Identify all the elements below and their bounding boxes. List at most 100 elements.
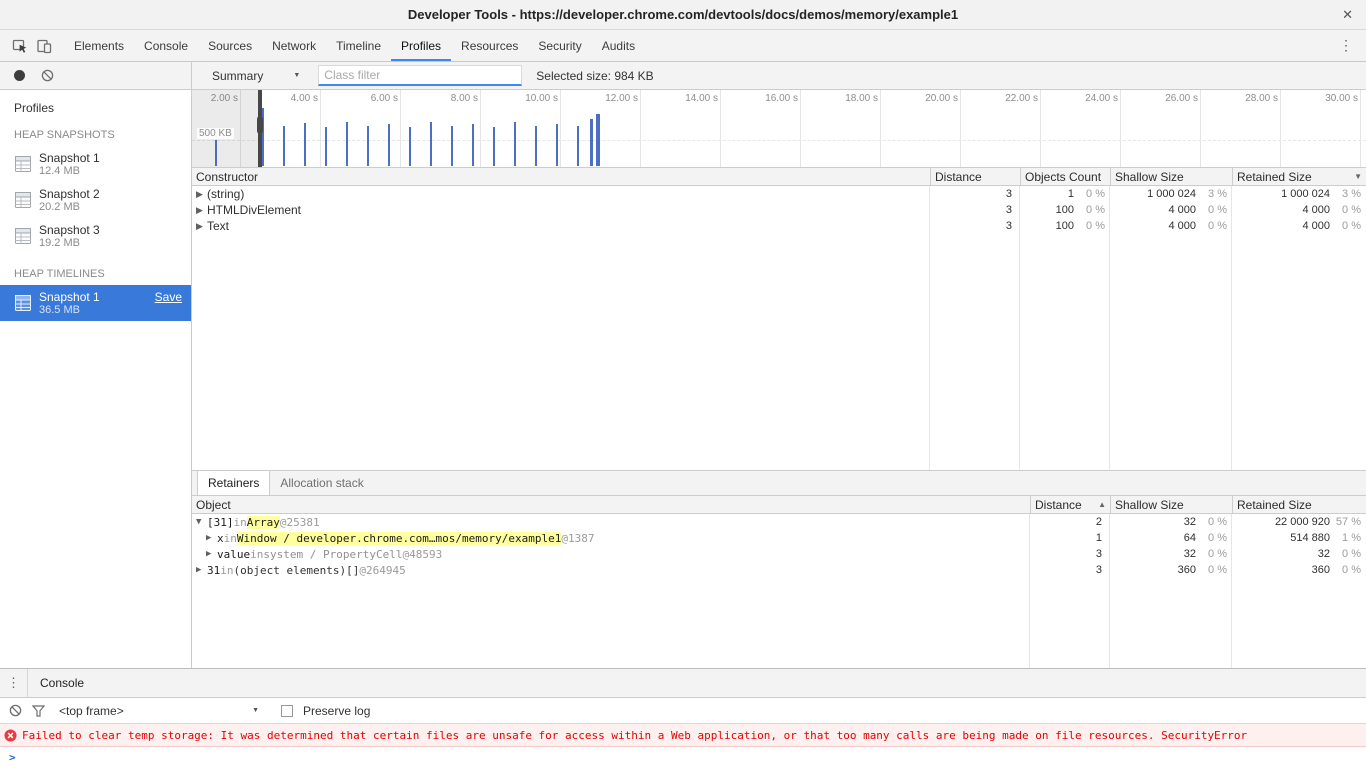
heap-allocation-bar <box>388 124 390 166</box>
disclosure-triangle-icon[interactable]: ▶ <box>196 221 207 232</box>
heap-allocation-bar <box>577 126 579 166</box>
cell-value: 1 000 024 <box>1232 188 1330 200</box>
col-distance[interactable]: Distance▲ <box>1030 496 1110 513</box>
distance-cell: 2 <box>1030 516 1110 528</box>
tab-profiles[interactable]: Profiles <box>391 30 451 61</box>
constructor-name: Text <box>207 219 229 233</box>
column-title: Retained Size <box>1237 498 1312 512</box>
profile-list-item[interactable]: Snapshot 220.2 MB <box>0 182 191 218</box>
disclosure-triangle-icon[interactable]: ▶ <box>206 549 217 559</box>
profile-size: 20.2 MB <box>39 201 100 213</box>
profiles-sidebar-toolbar <box>0 62 191 90</box>
tab-network[interactable]: Network <box>262 30 326 61</box>
tab-console[interactable]: Console <box>134 30 198 61</box>
profile-size: 36.5 MB <box>39 304 100 316</box>
execution-context-select[interactable]: <top frame> ▼ <box>59 704 259 718</box>
tab-elements[interactable]: Elements <box>64 30 134 61</box>
main-menu-kebab-icon[interactable]: ⋮ <box>1336 37 1356 54</box>
distance-cell: 1 <box>1030 532 1110 544</box>
device-toolbar-icon[interactable] <box>32 34 56 58</box>
selection-handle[interactable] <box>258 90 262 167</box>
grid-line <box>320 90 321 167</box>
tab-resources[interactable]: Resources <box>451 30 528 61</box>
constructor-row[interactable]: ▶Text31000 %4 0000 %4 0000 % <box>192 218 1366 234</box>
cell-percent: 0 % <box>1074 204 1110 216</box>
column-title: Constructor <box>196 170 258 184</box>
drawer-menu-kebab-icon[interactable]: ⋮ <box>0 669 28 697</box>
disclosure-triangle-icon[interactable]: ▼ <box>196 517 207 527</box>
preserve-log-label[interactable]: Preserve log <box>303 704 370 718</box>
col-objects-count[interactable]: Objects Count <box>1020 168 1110 185</box>
console-prompt[interactable]: > <box>0 747 1366 768</box>
class-filter-input[interactable] <box>318 65 522 86</box>
col-object[interactable]: Object <box>192 496 1030 513</box>
column-title: Shallow Size <box>1115 498 1184 512</box>
retainer-row[interactable]: ▶31 in (object elements)[] @26494533600 … <box>192 562 1366 578</box>
heap-allocation-bar <box>596 114 600 166</box>
disclosure-triangle-icon[interactable]: ▶ <box>196 205 207 216</box>
heap-allocation-bar <box>409 127 411 166</box>
cell-value: 64 <box>1110 532 1196 544</box>
col-shallow-size[interactable]: Shallow Size <box>1110 496 1232 513</box>
inspect-element-icon[interactable] <box>8 34 32 58</box>
close-icon[interactable]: ✕ <box>1342 7 1353 23</box>
tab-retainers[interactable]: Retainers <box>197 471 270 495</box>
retainer-row[interactable]: ▼[31] in Array @253812320 %22 000 92057 … <box>192 514 1366 530</box>
retained-size-cell: 514 8801 % <box>1232 532 1366 544</box>
cell-percent: 0 % <box>1074 188 1110 200</box>
cell-percent: 0 % <box>1330 564 1366 576</box>
object-text-segment: x <box>217 532 224 545</box>
col-distance[interactable]: Distance <box>930 168 1020 185</box>
tab-allocation-stack[interactable]: Allocation stack <box>270 471 373 495</box>
constructor-row[interactable]: ▶HTMLDivElement31000 %4 0000 %4 0000 % <box>192 202 1366 218</box>
shallow-size-cell: 1 000 0243 % <box>1110 188 1232 200</box>
disclosure-triangle-icon[interactable]: ▶ <box>206 533 217 543</box>
object-text-segment: (object elements)[] <box>234 564 360 577</box>
profile-size: 12.4 MB <box>39 165 100 177</box>
tab-timeline[interactable]: Timeline <box>326 30 391 61</box>
objects-count-cell: 10 % <box>1020 188 1110 200</box>
disclosure-triangle-icon[interactable]: ▶ <box>196 189 207 200</box>
disclosure-triangle-icon[interactable]: ▶ <box>196 565 207 575</box>
console-toolbar: <top frame> ▼ Preserve log <box>0 698 1366 723</box>
preserve-log-checkbox[interactable] <box>281 705 293 717</box>
retainer-row[interactable]: ▶x in Window / developer.chrome.com…mos/… <box>192 530 1366 546</box>
grid-line <box>400 90 401 167</box>
object-cell: ▶x in Window / developer.chrome.com…mos/… <box>192 532 1030 545</box>
profile-list-item[interactable]: Snapshot 319.2 MB <box>0 218 191 254</box>
retainers-pane: Retainers Allocation stack Object Distan… <box>192 470 1366 668</box>
col-retained-size[interactable]: Retained Size▼ <box>1232 168 1366 185</box>
grid-line <box>800 90 801 167</box>
shallow-size-cell: 4 0000 % <box>1110 220 1232 232</box>
sort-desc-icon: ▼ <box>1350 172 1362 181</box>
drawer-tab-console[interactable]: Console <box>28 669 96 697</box>
profile-list-item[interactable]: Snapshot 136.5 MBSave <box>0 285 191 321</box>
tab-sources[interactable]: Sources <box>198 30 262 61</box>
tab-security[interactable]: Security <box>528 30 591 61</box>
profile-name: Snapshot 1 <box>39 151 100 165</box>
save-link[interactable]: Save <box>155 290 182 304</box>
clear-console-icon[interactable] <box>9 704 22 717</box>
heap-overview[interactable]: 500 KB 2.00 s4.00 s6.00 s8.00 s10.00 s12… <box>192 90 1366 168</box>
ruler-tick-label: 6.00 s <box>338 93 398 104</box>
object-text-segment: [31] <box>207 516 234 529</box>
record-heap-icon[interactable] <box>14 70 25 81</box>
profile-list-item[interactable]: Snapshot 112.4 MB <box>0 146 191 182</box>
object-text-segment: 31 <box>207 564 220 577</box>
ruler-tick-label: 26.00 s <box>1138 93 1198 104</box>
retainer-row[interactable]: ▶value in system / PropertyCell @4859333… <box>192 546 1366 562</box>
cell-value: 3 <box>930 188 1012 200</box>
cell-value: 100 <box>1020 204 1074 216</box>
constructor-row[interactable]: ▶(string)310 %1 000 0243 %1 000 0243 % <box>192 186 1366 202</box>
col-retained-size[interactable]: Retained Size <box>1232 496 1366 513</box>
filter-icon[interactable] <box>32 705 45 717</box>
col-constructor[interactable]: Constructor <box>192 168 930 185</box>
col-shallow-size[interactable]: Shallow Size <box>1110 168 1232 185</box>
devtools-tab-bar: ElementsConsoleSourcesNetworkTimelinePro… <box>0 30 1366 62</box>
cell-value: 3 <box>930 220 1012 232</box>
tab-audits[interactable]: Audits <box>592 30 645 61</box>
clear-profiles-icon[interactable] <box>41 69 54 82</box>
cell-value: 2 <box>1030 516 1102 528</box>
perspective-select[interactable]: Summary ▼ <box>212 69 306 83</box>
console-drawer: ⋮ Console <top frame> ▼ Preserve log Fai… <box>0 668 1366 768</box>
